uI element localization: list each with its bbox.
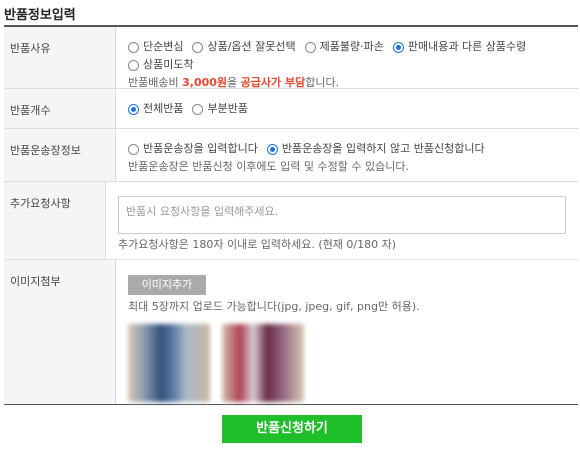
extra-label: 추가요청사항 [4, 182, 106, 259]
count-value: 전체반품 부분반품 [116, 89, 578, 128]
extra-value: 반품시 요청사항을 입력해주세요. 추가요청사항은 180자 이내로 입력하세요… [106, 182, 578, 259]
section-title: 반품정보입력 [4, 8, 76, 23]
radio-icon [128, 59, 139, 71]
radio-icon [128, 41, 139, 53]
reason-option-wrong-option[interactable]: 상품/옵션 잘못선택 [192, 38, 296, 56]
row-attach: 이미지첨부 이미지추가 최대 5장까지 업로드 가능합니다(jpg, jpeg,… [4, 260, 578, 404]
count-label: 반품개수 [4, 89, 116, 128]
count-option-partial[interactable]: 부분반품 [192, 100, 248, 118]
radio-icon [304, 41, 316, 53]
radio-checked-icon [392, 41, 404, 53]
reason-value: 단순변심 상품/옵션 잘못선택 제품불량·파손 판매내용과 다른 상품수령 상품… [116, 27, 578, 89]
radio-icon [192, 103, 204, 115]
tracking-option-enter[interactable]: 반품운송장을 입력합니다 [128, 140, 258, 158]
upload-limit-note: 최대 5장까지 업로드 가능합니다(jpg, jpeg, gif, png만 허… [128, 300, 420, 313]
tracking-note: 반품운송장은 반품신청 이후에도 입력 및 수정할 수 있습니다. [128, 160, 409, 173]
attach-value: 이미지추가 최대 5장까지 업로드 가능합니다(jpg, jpeg, gif, … [116, 260, 578, 404]
image-thumbnail[interactable] [222, 324, 304, 402]
count-option-all[interactable]: 전체반품 [128, 100, 183, 118]
tracking-option-skip[interactable]: 반품운송장을 입력하지 않고 반품신청합니다 [266, 140, 485, 158]
radio-icon [192, 41, 204, 53]
reason-option-different-item[interactable]: 판매내용과 다른 상품수령 [392, 38, 526, 56]
reason-options: 단순변심 상품/옵션 잘못선택 제품불량·파손 판매내용과 다른 상품수령 상품… [128, 38, 566, 74]
row-tracking: 반품운송장정보 반품운송장을 입력합니다 반품운송장을 입력하지 않고 반품신청… [4, 129, 578, 182]
reason-option-defect[interactable]: 제품불량·파손 [304, 38, 384, 56]
reason-option-not-arrived[interactable]: 상품미도착 [128, 56, 194, 74]
row-count: 반품개수 전체반품 부분반품 [4, 89, 578, 129]
radio-checked-icon [266, 143, 278, 155]
return-form-table: 반품사유 단순변심 상품/옵션 잘못선택 제품불량·파손 판매내용과 다른 상품… [4, 25, 578, 405]
radio-checked-icon [128, 103, 139, 115]
submit-return-button[interactable]: 반품신청하기 [222, 415, 362, 443]
attach-label: 이미지첨부 [4, 260, 116, 404]
reason-label: 반품사유 [4, 27, 116, 88]
radio-icon [128, 143, 139, 155]
image-thumbnail[interactable] [128, 324, 210, 402]
row-extra: 추가요청사항 반품시 요청사항을 입력해주세요. 추가요청사항은 180자 이내… [4, 182, 578, 260]
request-char-note: 추가요청사항은 180자 이내로 입력하세요. (현재 0/180 자) [118, 238, 397, 251]
reason-option-change-mind[interactable]: 단순변심 [128, 38, 183, 56]
fee-payer: 공급사가 부담 [240, 76, 306, 89]
image-thumbnails [128, 324, 566, 402]
row-reason: 반품사유 단순변심 상품/옵션 잘못선택 제품불량·파손 판매내용과 다른 상품… [4, 27, 578, 89]
tracking-value: 반품운송장을 입력합니다 반품운송장을 입력하지 않고 반품신청합니다 반품운송… [116, 129, 578, 181]
request-textarea[interactable]: 반품시 요청사항을 입력해주세요. [118, 196, 566, 234]
shipping-fee-amount: 3,000원 [182, 76, 228, 89]
add-image-button[interactable]: 이미지추가 [128, 275, 206, 295]
tracking-label: 반품운송장정보 [4, 129, 116, 181]
